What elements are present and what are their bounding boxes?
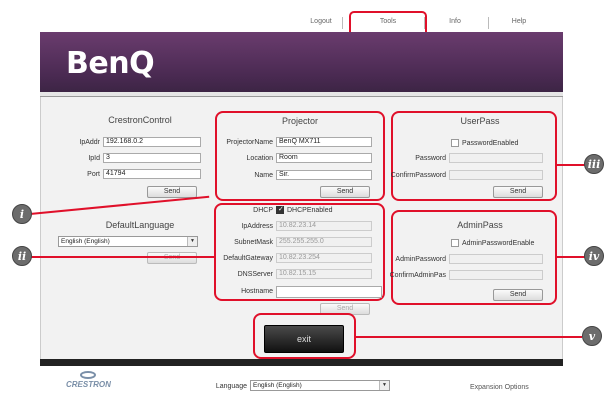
crestron-send-button[interactable]: Send [147,186,197,198]
confirm-admin-password-field[interactable] [449,270,543,280]
projector-title: Projector [281,116,318,126]
admin-pass-send-button[interactable]: Send [493,289,543,301]
hostname-field[interactable] [276,286,382,298]
gateway-field[interactable]: 10.82.23.254 [276,253,372,263]
footer-divider [40,359,563,366]
gateway-label: DefaultGateway [223,255,273,262]
password-field[interactable] [449,153,543,163]
projector-name-field[interactable]: BenQ MX711 [276,137,372,147]
user-pass-send-button[interactable]: Send [493,186,543,198]
user-pass-title: UserPass [460,116,500,126]
user-name-field[interactable]: Sir. [276,170,372,180]
confirm-password-label: ConfirmPassword [390,172,446,179]
confirm-admin-password-label: ConfirmAdminPas [389,272,446,279]
language-send-button[interactable]: Send [147,252,197,264]
callout-v: v [582,326,602,346]
exit-button[interactable]: exit [264,325,344,353]
ipid-field[interactable]: 3 [103,153,201,163]
callout-iii: iii [584,154,604,174]
callout-i: i [12,204,32,224]
ip-address-field[interactable]: 10.82.23.14 [276,221,372,231]
subnet-mask-field[interactable]: 255.255.255.0 [276,237,372,247]
header-banner: BenQ [40,32,563,94]
admin-password-label: AdminPassword [395,256,446,263]
ip-address-label: IpAddress [241,223,273,230]
footer-language-label: Language [215,383,247,390]
callout-line-iv [557,256,587,258]
subnet-mask-label: SubnetMask [234,239,273,246]
dns-server-field[interactable]: 10.82.15.15 [276,269,372,279]
projector-send-button[interactable]: Send [320,186,370,198]
confirm-password-field[interactable] [449,170,543,180]
benq-logo: BenQ [66,46,155,81]
footer-language-value: English (English) [253,382,302,389]
admin-password-enable-label: AdminPasswordEnable [462,240,535,247]
dns-server-label: DNSServer [237,271,273,278]
help-link[interactable]: Help [504,18,534,25]
ipaddr-field[interactable]: 192.168.0.2 [103,137,201,147]
callout-line-v [356,336,582,338]
location-label: Location [246,155,273,162]
admin-password-field[interactable] [449,254,543,264]
nav-divider [342,17,343,29]
callout-line-ii [30,256,214,258]
footer-language-select[interactable]: English (English) ▼ [250,380,390,391]
user-name-label: Name [254,172,273,179]
crestron-control-title: CrestronControl [108,115,172,125]
nav-divider [488,17,489,29]
crestron-logo-icon [80,371,96,379]
port-label: Port [87,171,100,178]
callout-ii: ii [12,246,32,266]
callout-line-iii [557,164,587,166]
default-language-value: English (English) [61,238,110,245]
dhcp-label: DHCP [253,207,273,214]
projector-name-label: ProjectorName [226,139,273,146]
logout-link[interactable]: Logout [306,18,336,25]
ipid-label: IpId [88,155,100,162]
password-label: Password [415,155,446,162]
port-field[interactable]: 41794 [103,169,201,179]
dhcp-checkbox[interactable] [276,205,284,214]
chevron-down-icon: ▼ [187,237,197,246]
default-language-select[interactable]: English (English) ▼ [58,236,198,247]
top-nav: Logout Tools Info Help [40,14,580,32]
crestron-logo: CRESTRON [66,380,111,389]
dhcp-enabled-label: DHCPEnabled [287,207,333,214]
chevron-down-icon: ▼ [379,381,389,390]
admin-password-enable-checkbox[interactable] [451,239,459,247]
admin-pass-title: AdminPass [457,220,503,230]
hostname-label: Hostname [241,288,273,295]
password-enabled-checkbox[interactable] [451,139,459,147]
password-enabled-label: PasswordEnabled [462,140,519,147]
location-field[interactable]: Room [276,153,372,163]
callout-iv: iv [584,246,604,266]
info-link[interactable]: Info [440,18,470,25]
ipaddr-label: IpAddr [79,139,100,146]
default-language-title: DefaultLanguage [105,220,175,230]
expansion-options-link[interactable]: Expansion Options [470,384,529,391]
